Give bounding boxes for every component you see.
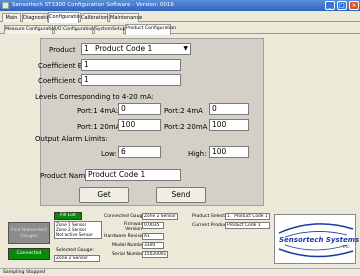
tab-diagnostics[interactable]: Diagnostics [22, 13, 52, 22]
product-select[interactable]: 1 Product Code 1 ▼ [81, 43, 191, 55]
selected-gauge-field: Zone 2 Sensor [54, 255, 100, 262]
tab-maintenance[interactable]: Maintenance [109, 13, 142, 22]
logo-sub: Inc. [343, 245, 352, 250]
coefficient-c-input[interactable]: 1 [81, 74, 181, 86]
product-select-value: Product Code 1 [95, 44, 153, 53]
port2-20ma-label: Port:2 20mA [164, 123, 208, 131]
low-label: Low: [101, 150, 117, 158]
connected-gauge-field: Zone 2 Sensor [142, 213, 178, 220]
firmware-label: Firmware Version [124, 222, 146, 232]
model-label: Model Number [112, 243, 146, 248]
port1-4ma-label: Port:1 4mA: [77, 107, 119, 115]
port1-20ma-label: Port:1 20mA: [77, 123, 123, 131]
close-button[interactable]: × [349, 1, 359, 10]
coefficient-c-label: Coefficient C [38, 77, 83, 85]
low-input[interactable]: 6 [118, 146, 161, 158]
hardware-label: Hardware Revision [104, 234, 147, 239]
high-input[interactable]: 100 [209, 146, 249, 158]
window-title: Sensortech ST3300 Configuration Software… [12, 2, 174, 8]
main-tabs: Main Diagnostics Configuration Calibrati… [0, 12, 360, 23]
product-select-text: Product Code 1 [234, 214, 268, 219]
list-item[interactable]: Not active Sensor [56, 232, 101, 237]
port1-20ma-input[interactable]: 100 [118, 119, 161, 131]
product-number: 1 [84, 44, 89, 53]
app-icon [2, 2, 9, 9]
tab-system-setup[interactable]: SystemSetup [94, 25, 126, 34]
model-field: 3300 [142, 242, 164, 249]
high-label: High: [188, 150, 207, 158]
chevron-down-icon: ▼ [183, 45, 188, 52]
port1-4ma-input[interactable]: 0 [118, 103, 161, 115]
port2-4ma-label: Port:2 4mA [164, 107, 203, 115]
title-bar: Sensortech ST3300 Configuration Software… [0, 0, 360, 11]
status-bar: Sampling Stopped [0, 268, 360, 276]
tab-io-configuration[interactable]: I/O Configuration [54, 25, 94, 34]
tab-product-configuration[interactable]: Product Configuration [125, 24, 176, 35]
sub-tabs: Measure Configuration I/O Configuration … [0, 24, 360, 35]
sensortech-logo: Sensortech Systems Inc. [274, 214, 360, 264]
product-select-dropdown[interactable]: 1 Product Code 1 [225, 213, 270, 220]
serial-field: 15020001 [142, 251, 168, 258]
send-button[interactable]: Send [156, 187, 206, 203]
current-product-field: Product Code 1 [225, 222, 270, 229]
find-gauges-button[interactable]: Find Networked Gauges [8, 222, 50, 244]
hardware-field: A1 [142, 233, 164, 240]
tab-main[interactable]: Main [2, 13, 21, 22]
connected-button[interactable]: Connected [8, 248, 50, 260]
firmware-field: 0.0035 [142, 222, 164, 229]
minimize-button[interactable]: _ [325, 1, 335, 10]
selected-gauge-label: Selected Gauge: [56, 248, 94, 253]
port2-4ma-input[interactable]: 0 [209, 103, 249, 115]
tab-configuration[interactable]: Configuration [48, 12, 83, 23]
product-select-label: Product Select [192, 214, 226, 219]
port2-20ma-input[interactable]: 100 [209, 119, 249, 131]
coefficient-b-label: Coefficient B [38, 62, 83, 70]
levels-heading: Levels Corresponding to 4-20 mA: [35, 93, 154, 101]
maximize-button[interactable]: □ [337, 1, 347, 10]
coefficient-b-input[interactable]: 1 [81, 59, 181, 71]
tab-calibration[interactable]: Calibration [80, 13, 108, 22]
fill-list-button[interactable]: Fill List [54, 212, 82, 220]
current-product-label: Current Product [192, 223, 229, 228]
logo-text: Sensortech Systems [279, 236, 360, 244]
get-button[interactable]: Get [79, 187, 129, 203]
tab-measure-configuration[interactable]: Measure Configuration [4, 25, 57, 34]
alarm-limits-heading: Output Alarm Limits: [35, 135, 108, 143]
product-select-number: 1 [227, 214, 230, 219]
product-config-panel: Product 1 Product Code 1 ▼ Coefficient B… [35, 38, 264, 206]
connected-gauge-label: Connected Gauge [104, 214, 146, 219]
gauge-list[interactable]: Zone 1 Sensor Zone 2 Sensor Not active S… [54, 221, 102, 239]
product-label: Product [49, 46, 76, 54]
serial-label: Serial Number [112, 252, 145, 257]
product-name-input[interactable]: Product Code 1 [85, 169, 181, 181]
